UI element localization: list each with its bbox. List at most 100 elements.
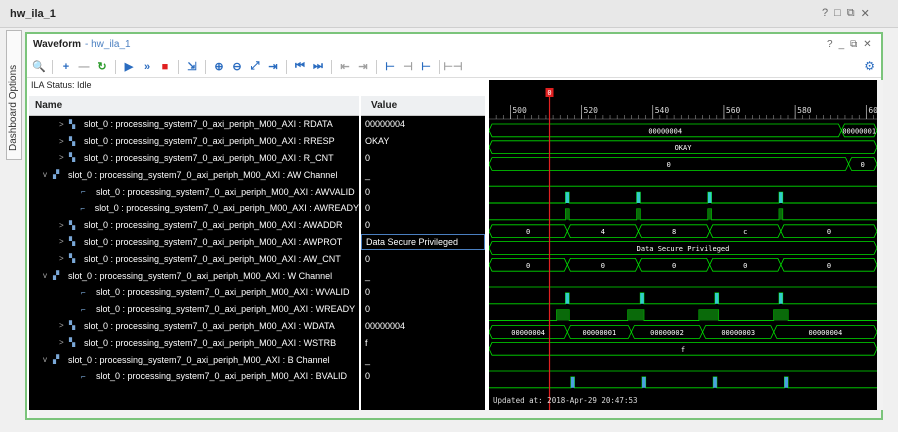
signal-row[interactable]: > ▚ slot_0 : processing_system7_0_axi_peri…: [29, 334, 359, 351]
wire-pulse: [713, 377, 717, 388]
expand-arrow-icon[interactable]: >: [59, 153, 69, 162]
signal-value[interactable]: _: [361, 267, 485, 284]
bus-value-label: c: [743, 228, 747, 236]
toolbar-separator: [178, 59, 179, 74]
help-button[interactable]: ?: [822, 7, 828, 20]
signal-value[interactable]: 0: [361, 284, 485, 301]
signal-row[interactable]: ⌐ slot_0 : processing_system7_0_axi_perip…: [29, 284, 359, 301]
signal-row[interactable]: ⌐ slot_0 : processing_system7_0_axi_perip…: [29, 183, 359, 200]
dashboard-options-tab[interactable]: Dashboard Options: [6, 30, 22, 160]
signal-value[interactable]: 0: [361, 150, 485, 167]
signal-row[interactable]: > ▚ slot_0 : processing_system7_0_axi_peri…: [29, 234, 359, 251]
expand-arrow-icon[interactable]: >: [59, 321, 69, 330]
zoom-in-icon[interactable]: ⊕: [211, 59, 227, 75]
toolbar-separator: [331, 59, 332, 74]
panel-restore-button[interactable]: ⧉: [850, 39, 857, 50]
maximize-button[interactable]: □: [834, 7, 841, 20]
signal-value[interactable]: f: [361, 334, 485, 351]
signal-value[interactable]: 0: [361, 250, 485, 267]
signal-name: slot_0 : processing_system7_0_axi_periph…: [84, 152, 334, 163]
signal-row[interactable]: v ▞ slot_0 : processing_system7_0_axi_peri…: [29, 166, 359, 183]
bus-icon: ▚: [69, 119, 76, 129]
panel-minimize-button[interactable]: _: [839, 39, 845, 50]
expand-arrow-icon[interactable]: >: [59, 237, 69, 246]
run-icon[interactable]: ▶: [121, 59, 137, 75]
signal-name: slot_0 : processing_system7_0_axi_periph…: [84, 253, 341, 264]
refresh-icon[interactable]: ↻: [94, 59, 110, 75]
signal-value[interactable]: 0: [361, 217, 485, 234]
signal-row[interactable]: > ▚ slot_0 : processing_system7_0_axi_peri…: [29, 318, 359, 335]
export-icon[interactable]: ⇲: [184, 59, 200, 75]
bus-icon: ▚: [69, 237, 76, 247]
signal-value[interactable]: Data Secure Privileged: [361, 233, 485, 251]
wire-pulse: [773, 309, 789, 321]
signal-name: slot_0 : processing_system7_0_axi_periph…: [96, 186, 355, 197]
expand-arrow-icon[interactable]: >: [59, 120, 69, 129]
next-transition-icon[interactable]: ⇥: [355, 59, 371, 75]
toolbar-separator: [115, 59, 116, 74]
remove-icon[interactable]: —: [76, 59, 92, 75]
bus-icon: ▚: [69, 254, 76, 264]
wire-pulse: [556, 309, 570, 321]
restore-button[interactable]: ⧉: [847, 7, 855, 20]
signal-row[interactable]: ⌐ slot_0 : processing_system7_0_axi_perip…: [29, 368, 359, 385]
signal-row[interactable]: > ▚ slot_0 : processing_system7_0_axi_peri…: [29, 150, 359, 167]
signal-value[interactable]: _: [361, 351, 485, 368]
signal-row[interactable]: ⌐ slot_0 : processing_system7_0_axi_perip…: [29, 200, 359, 217]
signal-value[interactable]: 0: [361, 183, 485, 200]
collapse-arrow-icon[interactable]: v: [43, 271, 53, 280]
expand-arrow-icon[interactable]: >: [59, 137, 69, 146]
add-icon[interactable]: +: [58, 59, 74, 75]
signal-value[interactable]: 0: [361, 301, 485, 318]
horizontal-scrollbar[interactable]: [29, 410, 881, 418]
signal-row[interactable]: > ▚ slot_0 : processing_system7_0_axi_peri…: [29, 133, 359, 150]
next-marker-icon[interactable]: ⊢: [418, 59, 434, 75]
name-column-header[interactable]: Name: [29, 96, 359, 116]
run-immediate-icon[interactable]: »: [139, 59, 155, 75]
go-to-cursor-icon[interactable]: ⇥: [265, 59, 281, 75]
bus-value-label: 00000004: [511, 329, 545, 337]
panel-help-button[interactable]: ?: [827, 39, 833, 50]
signal-value[interactable]: 0: [361, 368, 485, 385]
signal-value[interactable]: 0: [361, 200, 485, 217]
signal-value[interactable]: 00000004: [361, 318, 485, 335]
expand-arrow-icon[interactable]: >: [59, 221, 69, 230]
signal-value[interactable]: OKAY: [361, 133, 485, 150]
signal-row[interactable]: > ▚ slot_0 : processing_system7_0_axi_peri…: [29, 217, 359, 234]
expand-arrow-icon[interactable]: >: [59, 254, 69, 263]
window-titlebar: hw_ila_1 ? □ ⧉ ✕: [0, 0, 898, 28]
prev-marker-icon[interactable]: ⊣: [400, 59, 416, 75]
search-icon[interactable]: 🔍: [31, 59, 47, 75]
signal-row[interactable]: > ▚ slot_0 : processing_system7_0_axi_peri…: [29, 116, 359, 133]
signal-row[interactable]: > ▚ slot_0 : processing_system7_0_axi_peri…: [29, 250, 359, 267]
gear-icon[interactable]: ⚙: [864, 59, 875, 73]
signal-value[interactable]: _: [361, 166, 485, 183]
signal-name: slot_0 : processing_system7_0_axi_periph…: [96, 304, 356, 315]
wire-pulse: [642, 377, 646, 388]
stop-icon[interactable]: ■: [157, 59, 173, 75]
signal-name: slot_0 : processing_system7_0_axi_periph…: [68, 354, 330, 365]
close-button[interactable]: ✕: [861, 7, 870, 20]
zoom-fit-icon[interactable]: ⤢: [247, 59, 263, 75]
swap-cursors-icon[interactable]: ⊢⊣: [443, 59, 462, 75]
go-to-start-icon[interactable]: ⏮: [292, 59, 308, 75]
collapse-arrow-icon[interactable]: v: [43, 170, 53, 179]
add-marker-icon[interactable]: ⊢: [382, 59, 398, 75]
signal-row[interactable]: v ▞ slot_0 : processing_system7_0_axi_peri…: [29, 267, 359, 284]
signal-row[interactable]: v ▞ slot_0 : processing_system7_0_axi_peri…: [29, 351, 359, 368]
bus-value-label: 0: [526, 228, 530, 236]
wire-trace: [489, 292, 877, 305]
go-to-end-icon[interactable]: ⏭: [310, 59, 326, 75]
signal-name: slot_0 : processing_system7_0_axi_periph…: [68, 270, 333, 281]
prev-transition-icon[interactable]: ⇤: [337, 59, 353, 75]
signal-value[interactable]: 00000004: [361, 116, 485, 133]
signal-row[interactable]: ⌐ slot_0 : processing_system7_0_axi_perip…: [29, 301, 359, 318]
waveform-canvas[interactable]: 5005205405605806000000000400000001OKAY00…: [489, 80, 877, 410]
panel-close-button[interactable]: ✕: [863, 39, 871, 50]
vertical-scrollbar[interactable]: [877, 80, 883, 410]
expand-arrow-icon[interactable]: >: [59, 338, 69, 347]
collapse-arrow-icon[interactable]: v: [43, 355, 53, 364]
zoom-out-icon[interactable]: ⊖: [229, 59, 245, 75]
value-column-header[interactable]: Value: [361, 96, 485, 116]
bus-value-label: 0: [526, 262, 530, 270]
